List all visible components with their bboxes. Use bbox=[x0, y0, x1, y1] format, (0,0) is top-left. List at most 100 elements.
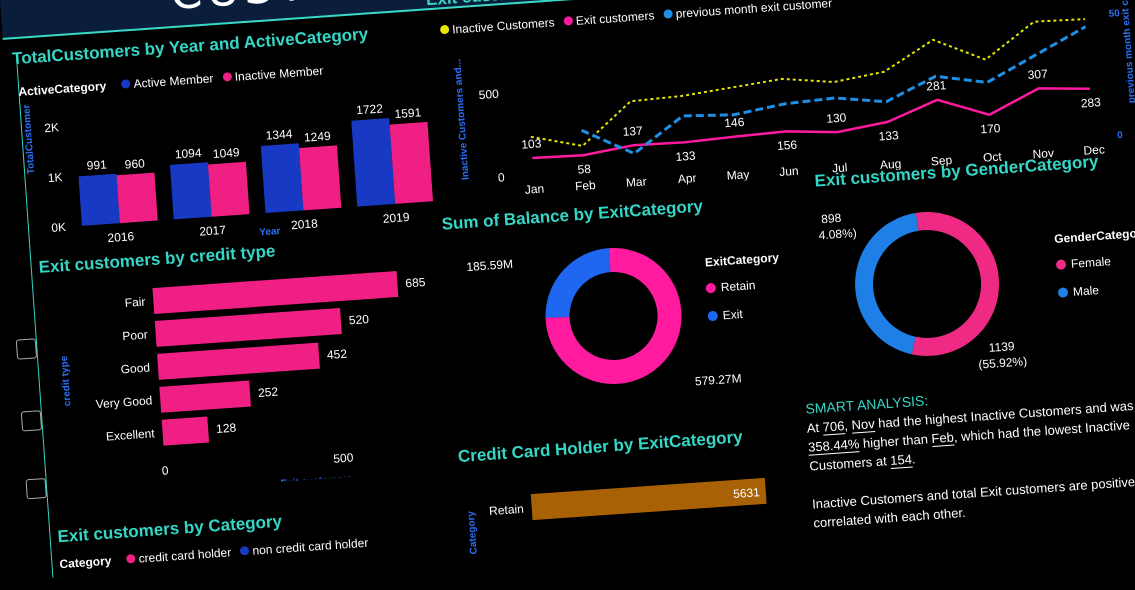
bar-inactive-member bbox=[389, 121, 434, 204]
smart-highlight: Nov bbox=[851, 416, 876, 434]
category-label: Very Good bbox=[95, 393, 153, 411]
smart-highlight: Feb bbox=[930, 429, 955, 448]
legend-male-dot bbox=[1057, 287, 1068, 298]
y-tick-label: 1K bbox=[47, 170, 63, 185]
legend-label: ActiveCategory bbox=[17, 78, 107, 99]
smart-highlight: 358.44% bbox=[807, 436, 860, 456]
x-axis-label: Year bbox=[259, 226, 281, 238]
smart-highlight: 154 bbox=[889, 451, 913, 470]
y-tick-left: 500 bbox=[478, 87, 499, 102]
panel-total-customers[interactable]: TotalCustomers by Year and ActiveCategor… bbox=[11, 21, 434, 245]
bar-value-label: 452 bbox=[327, 347, 348, 362]
bar-inactive-member bbox=[207, 161, 250, 217]
y-axis-label: TotalCustomers bbox=[21, 98, 37, 174]
total-customers-title: TotalCustomers by Year and ActiveCategor… bbox=[11, 24, 369, 69]
legend-exit-customers-dot bbox=[563, 16, 574, 26]
slice-value-label: 185.59M bbox=[466, 257, 514, 274]
x-tick-label: 2016 bbox=[107, 229, 135, 245]
line-data-label: 133 bbox=[878, 128, 899, 143]
bar-active-member bbox=[260, 143, 304, 213]
legend-title: ExitCategory bbox=[705, 250, 780, 269]
bar-value-label: 252 bbox=[258, 385, 279, 400]
bar-active-member bbox=[351, 118, 396, 207]
line-previous-month-exit bbox=[580, 25, 1087, 156]
legend-ccholder: credit card holder bbox=[138, 545, 232, 566]
slice-male bbox=[855, 212, 919, 355]
y-tick-right: 50 bbox=[1108, 8, 1120, 20]
slice-percent-label: (44.08%) bbox=[816, 226, 857, 243]
line-data-label: 307 bbox=[1027, 67, 1048, 82]
panel-credit-type[interactable]: Exit customers by credit type credit typ… bbox=[38, 230, 454, 497]
legend-female: Female bbox=[1071, 254, 1112, 271]
y-axis-label: credit type bbox=[59, 355, 74, 407]
bar-active-member bbox=[78, 173, 120, 226]
bar-value-label: 1344 bbox=[265, 127, 293, 143]
bar-value-label: 960 bbox=[124, 156, 145, 171]
bar-value-label: 1249 bbox=[304, 129, 332, 145]
smart-text: higher than bbox=[858, 431, 932, 452]
bar-value-label: 1094 bbox=[174, 146, 202, 162]
bar-value-label: 991 bbox=[86, 157, 107, 172]
bar-value-label: 685 bbox=[405, 275, 426, 290]
category-label: Retain bbox=[489, 502, 525, 518]
category-legend-label: Category bbox=[59, 553, 112, 572]
line-data-label: 58 bbox=[577, 162, 592, 177]
credit-type-chart: credit type Fair 685 Poor 520 Good 452 Very Goo… bbox=[59, 271, 426, 490]
panel-credit-card-holder[interactable]: Credit Card Holder by ExitCategory Categ… bbox=[457, 423, 804, 556]
legend-ccholder-dot bbox=[126, 553, 136, 564]
x-tick-label: 2019 bbox=[382, 210, 410, 226]
legend-active-dot bbox=[121, 79, 131, 89]
total-customers-chart: TotalCustomers 0K 1K 2K 991 960 2016 1094 1049 20… bbox=[21, 98, 434, 245]
bar-value-label: 1722 bbox=[356, 101, 384, 117]
legend-exit-dot bbox=[707, 311, 718, 322]
line-data-label: 170 bbox=[980, 121, 1001, 136]
category-label: Poor bbox=[122, 328, 148, 344]
y-tick-label: 0K bbox=[51, 220, 67, 235]
category-label: Excellent bbox=[106, 426, 156, 443]
line-data-label: 103 bbox=[521, 136, 542, 151]
x-axis-label: Exit customers bbox=[280, 474, 353, 490]
category-label: Fair bbox=[124, 295, 146, 310]
bar-value-label: 1049 bbox=[212, 145, 240, 161]
y-tick-right: 0 bbox=[1117, 130, 1124, 141]
line-data-label: 130 bbox=[826, 110, 847, 125]
slice-value-label: 1139 bbox=[988, 339, 1015, 355]
slicer-checkbox-2[interactable] bbox=[20, 410, 43, 432]
legend-inactive: Inactive Member bbox=[234, 63, 324, 84]
legend-active: Active Member bbox=[133, 71, 214, 91]
smart-analysis: SMART ANALYSIS: At 706, Nov had the high… bbox=[805, 375, 1135, 533]
panel-category[interactable]: Exit customers by Category Category cred… bbox=[57, 499, 460, 587]
x-tick-label: May bbox=[726, 167, 750, 183]
category-label: Good bbox=[120, 360, 150, 376]
legend-title: GenderCatego bbox=[1054, 226, 1135, 246]
x-tick-label: Mar bbox=[625, 174, 647, 189]
bar-credit-type bbox=[152, 271, 399, 315]
legend-exit: Exit bbox=[722, 307, 744, 322]
smart-text: At bbox=[806, 419, 824, 436]
panel-balance[interactable]: Sum of Balance by ExitCategory 185.59M 57… bbox=[441, 188, 835, 424]
legend-retain: Retain bbox=[720, 278, 756, 294]
card-holder-chart: Category Retain 5631 bbox=[466, 477, 767, 555]
bar-credit-type bbox=[157, 342, 320, 380]
y-axis-label: Category bbox=[466, 510, 480, 554]
slicer-checkbox-3[interactable] bbox=[25, 477, 47, 500]
line-data-label: 281 bbox=[926, 78, 947, 93]
bar-credit-type bbox=[154, 308, 342, 347]
dashboard-stage: TotalCustomers by Year and ActiveCategor… bbox=[0, 0, 1135, 580]
legend-retain-dot bbox=[705, 283, 716, 294]
slice-percent-label: (55.92%) bbox=[978, 354, 1028, 371]
legend-exit-customers: Exit customers bbox=[575, 8, 655, 28]
line-data-label: 283 bbox=[1080, 95, 1101, 110]
x-tick-label: 2018 bbox=[291, 216, 319, 232]
legend-prev-month-dot bbox=[663, 9, 673, 19]
bar-value-label: 1591 bbox=[394, 105, 422, 121]
bar-value-label: 520 bbox=[348, 312, 369, 327]
panel-gender[interactable]: Exit customers by GenderCategory 898 (44.… bbox=[814, 148, 1135, 386]
slicer-checkbox-1[interactable] bbox=[15, 338, 38, 360]
bar-value-label: 128 bbox=[216, 421, 237, 436]
smart-text: . bbox=[911, 451, 917, 467]
legend-nonccholder-dot bbox=[240, 545, 250, 556]
x-tick-label: 0 bbox=[161, 463, 169, 477]
legend-inactive-customers-dot bbox=[439, 24, 450, 35]
y-tick-left: 0 bbox=[497, 170, 505, 184]
